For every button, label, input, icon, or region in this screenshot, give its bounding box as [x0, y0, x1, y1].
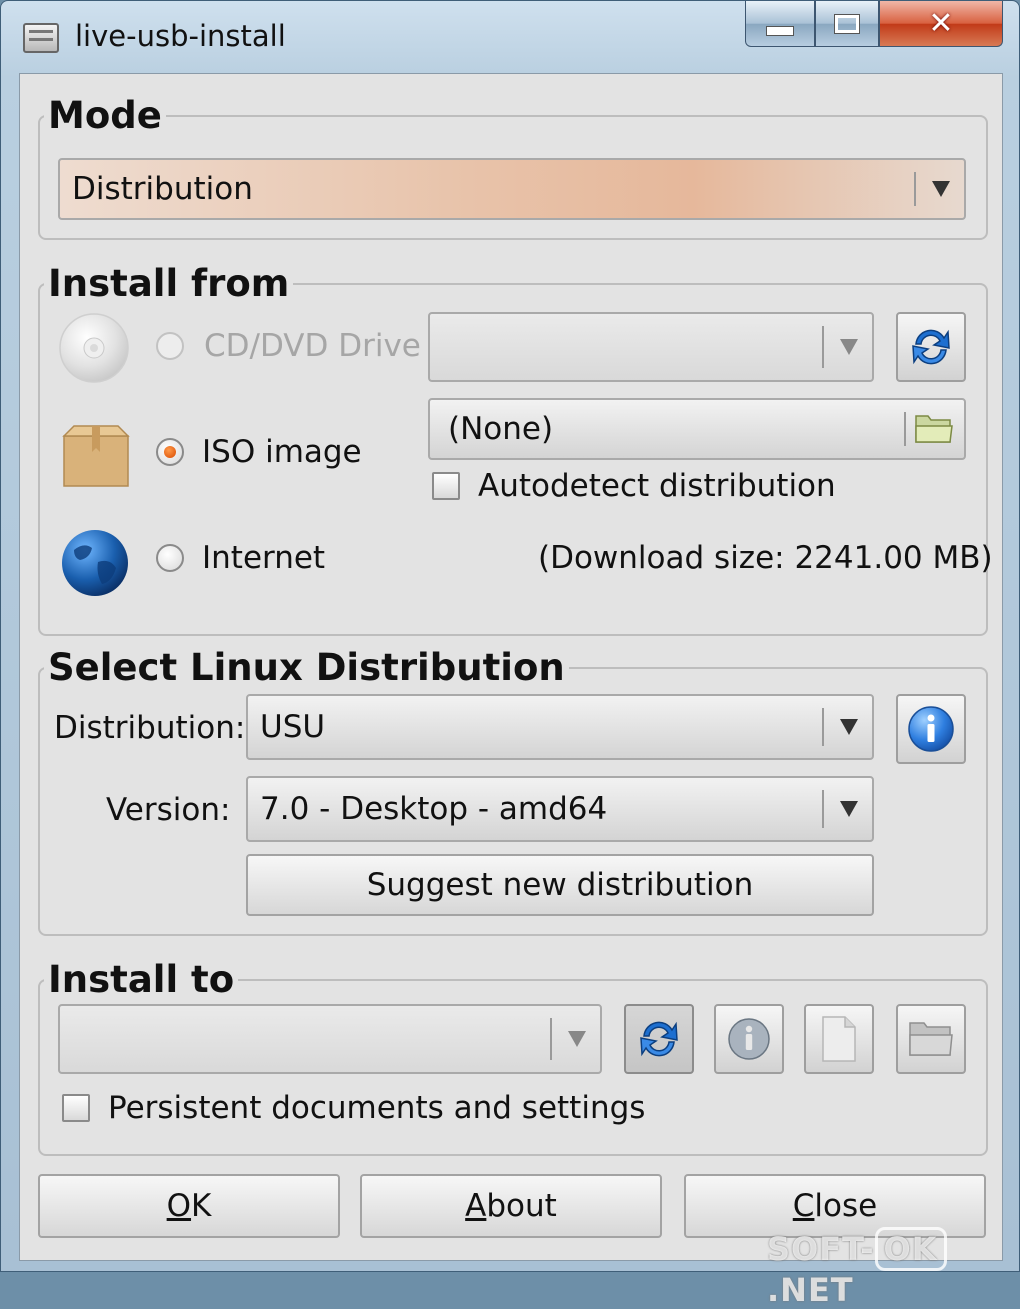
distribution-select[interactable]: USU: [246, 694, 874, 760]
cd-dvd-radio[interactable]: [156, 332, 184, 360]
install-to-legend: Install to: [48, 958, 235, 1001]
package-box-icon: [62, 425, 130, 487]
cd-dvd-label: CD/DVD Drive: [204, 328, 421, 364]
mode-legend: Mode: [48, 94, 162, 137]
chevron-down-icon: [568, 1031, 586, 1047]
refresh-devices-button[interactable]: [624, 1004, 694, 1074]
mode-select-value: Distribution: [72, 171, 253, 207]
caption-buttons: ✕: [745, 1, 1003, 51]
close-window-button[interactable]: ✕: [879, 1, 1003, 47]
chevron-down-icon: [840, 339, 858, 355]
about-label-rest: bout: [486, 1188, 557, 1224]
combo-separator: [822, 708, 824, 746]
combo-separator: [914, 172, 916, 206]
distribution-label: Distribution:: [54, 710, 246, 746]
window-title: live-usb-install: [75, 19, 286, 53]
combo-separator: [550, 1018, 552, 1060]
dialog-body: Mode Distribution Install from CD/DVD Dr…: [19, 73, 1003, 1261]
close-icon: ✕: [928, 6, 954, 41]
watermark-prefix: SOFT-: [767, 1230, 875, 1268]
refresh-icon: [640, 1021, 678, 1057]
drive-icon: [23, 23, 59, 53]
version-label: Version:: [106, 792, 231, 828]
refresh-icon: [912, 329, 950, 365]
internet-radio[interactable]: [156, 544, 184, 572]
maximize-icon: [835, 14, 859, 33]
watermark: SOFT- OK .NET: [767, 1227, 1019, 1309]
about-button[interactable]: About: [360, 1174, 662, 1238]
combo-separator: [822, 326, 824, 368]
combo-separator: [904, 412, 906, 446]
install-from-legend: Install from: [48, 262, 290, 305]
minimize-icon: [766, 25, 794, 36]
device-document-button[interactable]: [804, 1004, 874, 1074]
device-folder-button[interactable]: [896, 1004, 966, 1074]
close-mnemonic: C: [792, 1188, 815, 1224]
internet-label: Internet: [202, 540, 326, 576]
maximize-button[interactable]: [815, 1, 879, 47]
info-icon: [728, 1018, 770, 1060]
info-icon: [908, 706, 954, 752]
folder-open-icon: [915, 415, 953, 443]
distribution-info-button[interactable]: [896, 694, 966, 764]
suggest-distribution-button[interactable]: Suggest new distribution: [246, 854, 874, 916]
device-info-button[interactable]: [714, 1004, 784, 1074]
version-select[interactable]: 7.0 - Desktop - amd64: [246, 776, 874, 842]
globe-icon: [62, 530, 128, 596]
persistent-checkbox[interactable]: [62, 1094, 90, 1122]
title-bar[interactable]: live-usb-install ✕: [1, 1, 1019, 73]
about-mnemonic: A: [465, 1188, 487, 1224]
autodetect-checkbox[interactable]: [432, 472, 460, 500]
refresh-drives-button[interactable]: [896, 312, 966, 382]
iso-file-value: (None): [448, 411, 554, 447]
target-device-select[interactable]: [58, 1004, 602, 1074]
combo-separator: [822, 790, 824, 828]
iso-image-radio[interactable]: [156, 438, 184, 466]
cd-disc-icon: [59, 313, 129, 383]
chevron-down-icon: [840, 801, 858, 817]
ok-label-rest: K: [191, 1188, 212, 1224]
iso-file-chooser[interactable]: (None): [428, 398, 966, 460]
distribution-select-value: USU: [260, 709, 326, 745]
version-select-value: 7.0 - Desktop - amd64: [260, 791, 608, 827]
download-size-label: (Download size: 2241.00 MB): [538, 540, 993, 576]
app-window: live-usb-install ✕ Mode Distribution Ins…: [0, 0, 1020, 1309]
watermark-boxed: OK: [874, 1227, 947, 1271]
minimize-button[interactable]: [745, 1, 815, 47]
cd-drive-select[interactable]: [428, 312, 874, 382]
autodetect-label: Autodetect distribution: [478, 468, 836, 504]
iso-image-label: ISO image: [202, 434, 362, 470]
select-distribution-legend: Select Linux Distribution: [48, 646, 565, 689]
ok-mnemonic: O: [166, 1188, 192, 1224]
folder-open-icon: [909, 1022, 953, 1056]
watermark-suffix: .NET: [767, 1271, 854, 1309]
mode-select[interactable]: Distribution: [58, 158, 966, 220]
document-icon: [822, 1016, 856, 1062]
close-label-rest: lose: [814, 1188, 878, 1224]
chevron-down-icon: [840, 719, 858, 735]
persistent-label: Persistent documents and settings: [108, 1090, 646, 1126]
chevron-down-icon: [932, 181, 950, 197]
ok-button[interactable]: OK: [38, 1174, 340, 1238]
